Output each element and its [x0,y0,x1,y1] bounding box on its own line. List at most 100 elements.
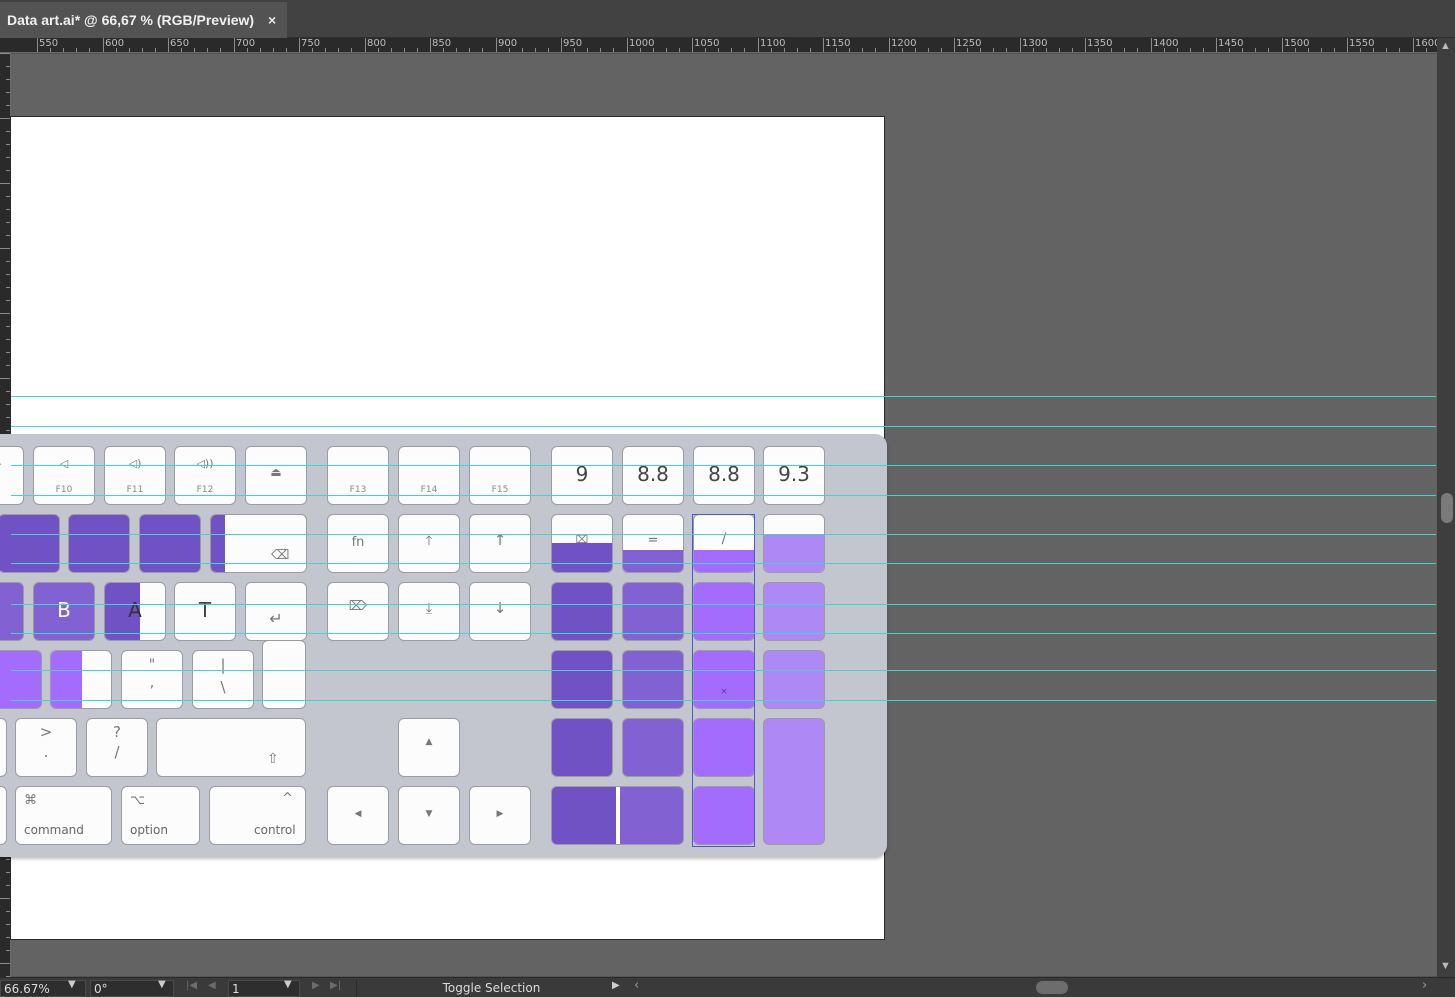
ruler-label: 850 [432,38,452,49]
ruler-minor-tick [771,48,772,52]
ruler-minor-tick [1360,48,1361,52]
ruler-tick [0,898,10,899]
guide-line[interactable] [11,396,1436,397]
fn-label: fn [351,535,365,550]
key-arrow-left[interactable]: ◀ [327,786,389,845]
numpad-value-key-1[interactable]: 9 [551,446,613,505]
key-period[interactable]: > . [15,718,77,777]
vertical-scroll-thumb[interactable] [1441,493,1453,523]
ruler-major-tick [37,38,38,52]
first-artboard-icon[interactable]: |◀ [186,980,197,991]
ruler-minor-tick [1033,48,1034,52]
illustrator-window: Data art.ai* @ 66,67 % (RGB/Preview) × 5… [0,0,1455,997]
numpad-equals[interactable]: = [622,514,684,573]
numpad-3[interactable] [693,718,755,777]
guide-line[interactable] [11,563,1436,564]
artboard[interactable]: ▷▷ F9 ◁ F10 ◁) F11 ◁)) F12 ⏏ F13 F14 [0,116,887,940]
previous-artboard-icon[interactable]: ◀ [208,980,216,991]
key-f13[interactable]: F13 [327,446,389,505]
key-comma[interactable]: < , [0,718,7,777]
guide-line[interactable] [11,700,1436,701]
vertical-scrollbar[interactable]: ▲ ▼ [1437,38,1455,977]
numpad-1[interactable] [551,718,613,777]
artboard-dropdown-icon[interactable]: ▼ [284,979,292,990]
key-fn[interactable]: fn [327,514,389,573]
key-arrow-down[interactable]: ▼ [398,786,460,845]
scroll-right-icon[interactable]: › [1422,978,1427,993]
forward-delete-icon: ⌦ [348,599,368,614]
key-f11[interactable]: ◁) F11 [104,446,166,505]
key-number-row-2[interactable] [0,514,60,573]
numpad-clear-fill [552,543,612,572]
numpad-divide[interactable]: / [693,514,755,573]
delete-icon: ⌫ [271,548,290,563]
numpad-value-key-2[interactable]: 8.8 [622,446,684,505]
key-f14[interactable]: F14 [398,446,460,505]
scroll-down-icon[interactable]: ▼ [1440,960,1451,972]
key-f15[interactable]: F15 [469,446,531,505]
numpad-0[interactable] [551,786,684,845]
numpad-multiply[interactable] [763,514,825,573]
guide-line[interactable] [11,604,1436,605]
key-shift-right[interactable]: ⇧ [156,718,306,777]
guide-line[interactable] [11,426,1436,427]
ruler-minor-tick [325,48,326,52]
key-f10[interactable]: ◁ F10 [33,446,95,505]
ruler-minor-tick [273,48,274,52]
numpad-value-key-4[interactable]: 9.3 [763,446,825,505]
numpad-clear[interactable]: ⌧ [551,514,613,573]
key-slash[interactable]: ? / [86,718,148,777]
numpad-2[interactable] [622,718,684,777]
last-artboard-icon[interactable]: ▶| [330,980,341,991]
key-control[interactable]: ^ control [209,786,306,845]
numpad-value-key-3[interactable]: 8.8 [693,446,755,505]
ruler-tick [6,261,10,262]
scroll-left-icon[interactable]: ‹ [634,978,639,993]
guide-line[interactable] [11,670,1436,671]
ruler-minor-tick [535,48,536,52]
key-command[interactable]: ⌘ command [15,786,112,845]
ruler-minor-tick [862,48,863,52]
numpad-decimal[interactable] [693,786,755,845]
key-command-left-edge[interactable] [0,786,7,845]
key-arrow-right[interactable]: ▶ [469,786,531,845]
ruler-minor-tick [679,48,680,52]
ruler-label: 900 [498,38,518,49]
document-tab[interactable]: Data art.ai* @ 66,67 % (RGB/Preview) × [0,2,287,38]
scroll-up-icon[interactable]: ▲ [1440,40,1451,52]
key-arrow-up[interactable]: ▲ [398,718,460,777]
ruler-tick [6,274,10,275]
ruler-minor-tick [1255,48,1256,52]
ruler-minor-tick [89,48,90,52]
tool-hint[interactable]: Toggle Selection [356,980,626,997]
guide-line[interactable] [11,534,1436,535]
key-f15-label: F15 [491,485,509,495]
key-f12[interactable]: ◁)) F12 [174,446,236,505]
rotation-dropdown-icon[interactable]: ▼ [158,979,166,990]
key-page-up[interactable]: ↑ [469,514,531,573]
zoom-dropdown-icon[interactable]: ▼ [68,979,76,990]
key-return-lower[interactable] [262,640,306,709]
guide-line[interactable] [11,495,1436,496]
key-home[interactable]: ⤒ [398,514,460,573]
close-tab-icon[interactable]: × [268,2,276,38]
horizontal-ruler[interactable]: 550 600 650 700 750 800 850 900 950 1000 1050 1100 1… [0,38,1437,53]
key-m-label: M [0,598,23,622]
horizontal-scroll-thumb[interactable] [1036,981,1068,994]
ruler-major-tick [692,38,693,52]
ruler-tick [0,118,10,119]
keyboard-artwork[interactable]: ▷▷ F9 ◁ F10 ◁) F11 ◁)) F12 ⏏ F13 F14 [0,434,887,857]
guide-line[interactable] [11,465,1436,466]
next-artboard-icon[interactable]: ▶ [312,980,320,991]
ruler-tick [6,170,10,171]
ruler-minor-tick [417,48,418,52]
numpad-enter[interactable] [763,718,825,845]
status-menu-arrow-icon[interactable]: ▶ [612,980,620,991]
key-number-row-3[interactable] [68,514,130,573]
guide-line[interactable] [11,633,1436,634]
key-f9[interactable]: ▷▷ F9 [0,446,24,505]
key-option[interactable]: ⌥ option [121,786,200,845]
key-eject[interactable]: ⏏ [245,446,307,505]
key-number-row-4[interactable] [139,514,201,573]
key-delete[interactable]: ⌫ [210,514,307,573]
